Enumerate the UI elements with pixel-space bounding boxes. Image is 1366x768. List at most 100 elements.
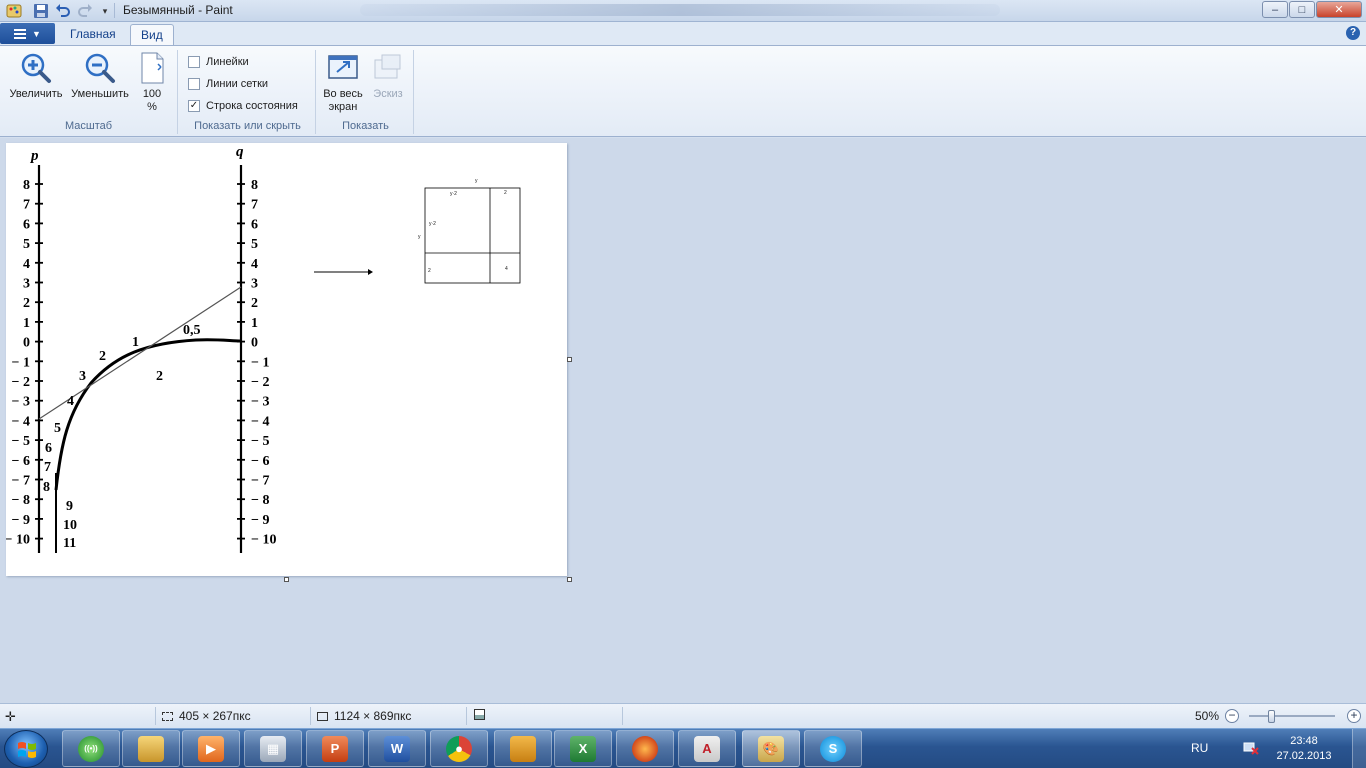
zoom-out-button[interactable]: Уменьшить [68,52,132,101]
image-size-icon [317,711,328,721]
statusbar-checkbox-row[interactable]: ✓ Строка состояния [188,100,298,112]
zoom-in-button[interactable]: Увеличить [6,52,66,101]
axis-tick-label: 6 [251,217,258,232]
network-icon: ((•)) [78,735,104,762]
axis-tick-label: − 2 [12,375,30,390]
thumbnail-label: Эскиз [373,88,403,100]
paint-icon: 🎨 [758,735,784,762]
resize-handle-corner[interactable] [567,577,572,582]
cursor-move-icon: ✛ [5,709,16,724]
status-bar: ✛ 405 × 267пкс 1124 × 869пкс 50% − + [0,703,1366,728]
image-size: 1124 × 869пкс [317,709,411,723]
taskbar-app-button[interactable] [122,730,180,767]
cursor-position: ✛ [5,709,22,725]
language-indicator[interactable]: RU [1191,741,1208,755]
title-separator [114,3,115,18]
network-status-icon[interactable] [1243,741,1259,755]
acrobat-icon: A [694,735,720,762]
axis-tick-label: − 8 [251,493,269,508]
customize-dropdown-icon[interactable]: ▾ [97,3,113,19]
redo-icon[interactable] [77,3,93,19]
axis-tick-label: − 4 [12,414,30,429]
taskbar-app-button[interactable] [494,730,552,767]
axis-tick-label: − 9 [12,513,30,528]
taskbar-app-button[interactable]: 🎨 [742,730,800,767]
help-icon[interactable]: ? [1346,26,1360,40]
app-menu-button[interactable]: ▼ [0,23,55,44]
taskbar-app-button[interactable]: ((•)) [62,730,120,767]
thumbnail-button[interactable]: Эскиз [368,52,408,101]
status-separator [155,707,156,725]
actual-size-button[interactable]: 100 % [134,52,170,114]
maximize-button[interactable]: □ [1289,1,1315,18]
axis-tick-label: − 5 [251,434,269,449]
axis-tick-label: − 5 [12,434,30,449]
save-icon[interactable] [33,3,49,19]
zoom-out-small-button[interactable]: − [1225,709,1239,723]
disk-icon [474,709,485,720]
gridlines-checkbox[interactable] [188,78,200,90]
tab-home[interactable]: Главная [60,24,126,45]
menu-icon [14,28,27,39]
start-button[interactable] [4,730,48,768]
taskbar-app-button[interactable]: ▶ [182,730,240,767]
axis-tick-label: − 2 [251,375,269,390]
zoom-out-label: Уменьшить [71,88,129,100]
notebook-icon [510,735,536,762]
zoom-slider-thumb[interactable] [1267,710,1275,723]
taskbar-app-button[interactable]: W [368,730,426,767]
zoom-slider-track[interactable] [1249,715,1335,717]
axis-tick-label: − 7 [251,474,269,489]
image-size-value: 1124 × 869пкс [334,709,412,723]
clock[interactable]: 23:48 27.02.2013 [1271,734,1337,764]
zoom-in-small-button[interactable]: + [1347,709,1361,723]
mini-cell-label: 4 [505,266,508,272]
taskbar-app-button[interactable]: S [804,730,862,767]
rulers-checkbox-row[interactable]: Линейки [188,56,249,68]
thumbnail-icon [372,52,404,84]
fullscreen-button[interactable]: Во весь экран [320,52,366,114]
arrow-head-icon [368,269,373,275]
display-group-label: Показать [342,120,389,132]
left-axis-ticks: 8 7 6 5 4 3 2 1 0 − 1 − 2 − 3 − 4 − 5 − 6 − 7 − 8 − 9 − 10 [5,178,43,548]
zoom-level: 50% [1195,709,1220,723]
axis-tick-label: 1 [23,316,30,331]
zoom-in-label: Увеличить [9,88,63,100]
axis-tick-label: 5 [23,237,30,252]
taskbar-app-button[interactable]: ▦ [244,730,302,767]
right-axis-ticks: 8 7 6 5 4 3 2 1 0 − 1 − 2 − 3 − 4 − 5 − 6 − 7 − 8 − 9 − 10 [237,178,276,548]
axis-tick-label: 8 [23,178,30,193]
resize-handle-right[interactable] [567,357,572,362]
minimize-button[interactable]: – [1262,1,1288,18]
status-separator [622,707,623,725]
taskbar-app-button[interactable] [616,730,674,767]
fullscreen-label-line1: Во весь [323,88,363,100]
gridlines-checkbox-row[interactable]: Линии сетки [188,78,268,90]
nomogram-drawing: p q 876543210− 1− 2− 3− 4− 5− 6− 7− 8− 9… [5,144,521,553]
excel-icon: X [570,735,596,762]
mini-diagram: y y y·2 2 y·2 2 4 [418,178,521,284]
axis-tick-label: − 8 [12,493,30,508]
show-desktop-button[interactable] [1352,729,1366,768]
taskbar-app-button[interactable]: ● [430,730,488,767]
drawing-canvas[interactable]: p q 8 7 6 5 4 3 2 1 0− 1− 2− 3− 4− 5− 6− 7− 8− 9… [5,143,567,576]
axis-tick-label: − 9 [251,513,269,528]
paint-app-icon[interactable] [6,3,22,19]
statusbar-checkbox[interactable]: ✓ [188,100,200,112]
powerpoint-icon: P [322,735,348,762]
taskbar-app-button[interactable]: P [306,730,364,767]
canvas-workspace[interactable]: p q 8 7 6 5 4 3 2 1 0− 1− 2− 3− 4− 5− 6− 7− 8− 9… [0,138,1366,703]
curve-label: 9 [66,499,73,514]
rulers-checkbox[interactable] [188,56,200,68]
axis-tick-label: − 1 [12,355,30,370]
resize-handle-bottom[interactable] [284,577,289,582]
taskbar-app-button[interactable]: X [554,730,612,767]
calculator-icon: ▦ [260,735,286,762]
close-button[interactable]: ✕ [1316,1,1362,18]
tab-view[interactable]: Вид [130,24,174,45]
undo-icon[interactable] [55,3,71,19]
curve-label: 10 [63,518,77,533]
curve-label: 3 [79,369,86,384]
axis-tick-label: − 7 [12,474,30,489]
taskbar-app-button[interactable]: A [678,730,736,767]
